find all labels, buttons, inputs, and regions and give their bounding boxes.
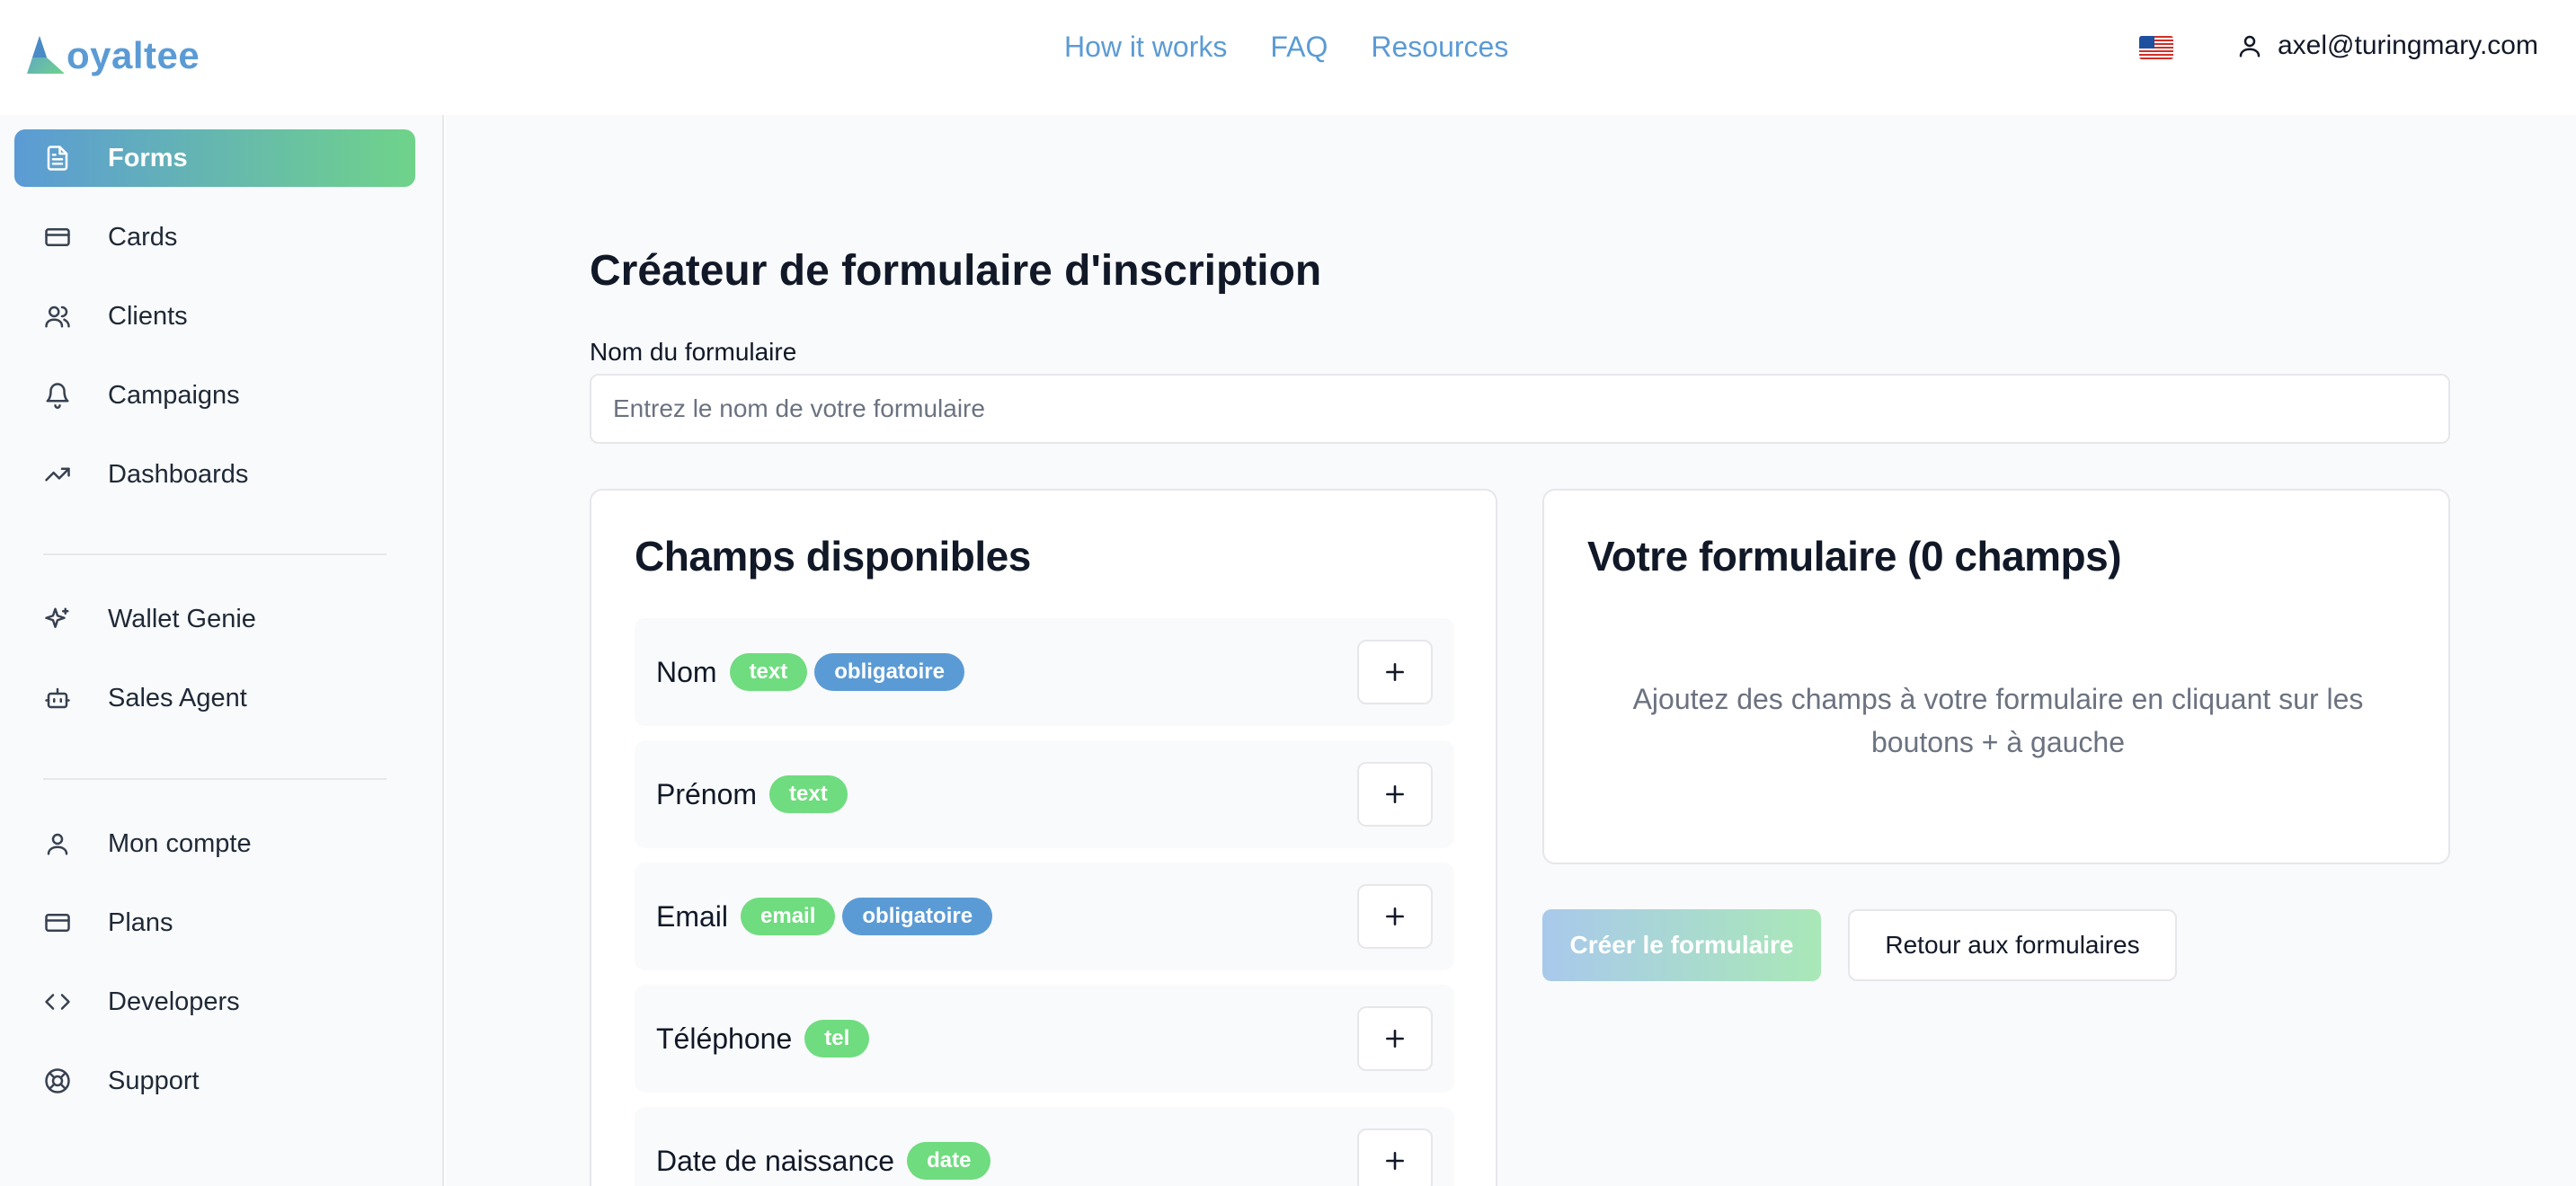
sidebar-item-mon-compte[interactable]: Mon compte (14, 815, 415, 872)
sidebar-item-clients[interactable]: Clients (14, 288, 415, 345)
sidebar-item-support[interactable]: Support (14, 1052, 415, 1110)
add-field-button[interactable] (1357, 762, 1433, 827)
empty-form-message: Ajoutez des champs à votre formulaire en… (1632, 683, 2364, 758)
field-name: Prénom (656, 777, 758, 810)
plus-icon (1386, 1152, 1404, 1170)
lifebuoy-icon (41, 1065, 74, 1097)
field-type-badge: email (741, 898, 836, 935)
sidebar-divider (43, 778, 386, 780)
sidebar-item-campaigns[interactable]: Campaigns (14, 367, 415, 424)
form-name-label: Nom du formulaire (590, 338, 797, 366)
field-row-nom: Nom text obligatoire (635, 618, 1454, 726)
field-type-badge: text (729, 653, 808, 691)
field-row-date-de-naissance: Date de naissance date (635, 1107, 1454, 1186)
bot-icon (41, 682, 74, 714)
nav-how-it-works[interactable]: How it works (1064, 31, 1227, 64)
page-title: Créateur de formulaire d'inscription (590, 247, 1322, 295)
sidebar-item-label: Dashboards (108, 459, 249, 489)
sidebar-item-forms[interactable]: Forms (14, 129, 415, 187)
available-fields-title: Champs disponibles (635, 533, 1031, 580)
sidebar-item-label: Sales Agent (108, 683, 247, 712)
sidebar-item-label: Developers (108, 987, 240, 1016)
code-icon (41, 986, 74, 1018)
sidebar-item-sales-agent[interactable]: Sales Agent (14, 669, 415, 727)
sidebar-item-wallet-genie[interactable]: Wallet Genie (14, 590, 415, 648)
sidebar-item-dashboards[interactable]: Dashboards (14, 446, 415, 503)
top-bar: oyaltee How it works FAQ Resources axel@… (0, 0, 2576, 115)
available-fields-card: Champs disponibles Nom text obligatoire … (590, 489, 1497, 1186)
sidebar-item-label: Forms (108, 143, 188, 173)
sidebar-item-label: Mon compte (108, 828, 252, 858)
card-icon (41, 221, 74, 253)
create-form-button[interactable]: Créer le formulaire (1542, 909, 1821, 981)
top-nav: How it works FAQ Resources (1064, 31, 1508, 64)
field-type-badge: tel (804, 1020, 870, 1058)
user-icon (2239, 35, 2261, 58)
sparkles-icon (41, 603, 74, 635)
add-field-button[interactable] (1357, 640, 1433, 704)
plus-icon (1386, 907, 1404, 925)
sidebar-item-label: Campaigns (108, 380, 240, 410)
add-field-button[interactable] (1357, 884, 1433, 949)
sidebar-item-label: Wallet Genie (108, 604, 256, 633)
field-name: Email (656, 899, 729, 933)
logo-mark-icon (27, 36, 65, 74)
us-flag-icon[interactable] (2139, 36, 2173, 59)
field-name: Nom (656, 655, 717, 688)
required-badge: obligatoire (814, 653, 964, 691)
sidebar-item-label: Clients (108, 301, 188, 331)
add-field-button[interactable] (1357, 1128, 1433, 1186)
your-form-card: Votre formulaire (0 champs) Ajoutez des … (1542, 489, 2450, 864)
nav-faq[interactable]: FAQ (1270, 31, 1328, 64)
sidebar-item-label: Support (108, 1066, 200, 1095)
required-badge: obligatoire (842, 898, 993, 935)
field-row-email: Email email obligatoire (635, 863, 1454, 970)
sidebar-item-developers[interactable]: Developers (14, 973, 415, 1031)
sidebar: Forms Cards Clients Campaigns Dashboards… (0, 115, 444, 1186)
back-to-forms-button[interactable]: Retour aux formulaires (1848, 909, 2177, 981)
user-email: axel@turingmary.com (2278, 31, 2538, 60)
field-name: Date de naissance (656, 1144, 895, 1177)
sidebar-item-label: Plans (108, 907, 173, 937)
plus-icon (1386, 663, 1404, 681)
add-field-button[interactable] (1357, 1006, 1433, 1071)
main-content: Créateur de formulaire d'inscription Nom… (446, 115, 2576, 1186)
plus-icon (1386, 1030, 1404, 1048)
user-menu[interactable]: axel@turingmary.com (2236, 31, 2538, 61)
document-icon (41, 142, 74, 174)
sidebar-divider (43, 553, 386, 555)
field-name: Téléphone (656, 1022, 793, 1055)
users-icon (41, 300, 74, 332)
credit-card-icon (41, 907, 74, 939)
sidebar-item-plans[interactable]: Plans (14, 894, 415, 951)
field-row-prenom: Prénom text (635, 740, 1454, 848)
field-row-telephone: Téléphone tel (635, 985, 1454, 1093)
your-form-title: Votre formulaire (0 champs) (1587, 533, 2122, 580)
logo-text: oyaltee (67, 34, 200, 76)
sidebar-item-label: Cards (108, 222, 178, 252)
sidebar-item-cards[interactable]: Cards (14, 208, 415, 266)
plus-icon (1386, 785, 1404, 803)
trending-up-icon (41, 458, 74, 491)
nav-resources[interactable]: Resources (1371, 31, 1508, 64)
field-type-badge: date (907, 1142, 991, 1180)
form-name-input[interactable] (590, 374, 2450, 444)
bell-icon (41, 379, 74, 412)
field-type-badge: text (769, 775, 848, 813)
user-icon (41, 828, 74, 860)
logo[interactable]: oyaltee (23, 20, 200, 92)
